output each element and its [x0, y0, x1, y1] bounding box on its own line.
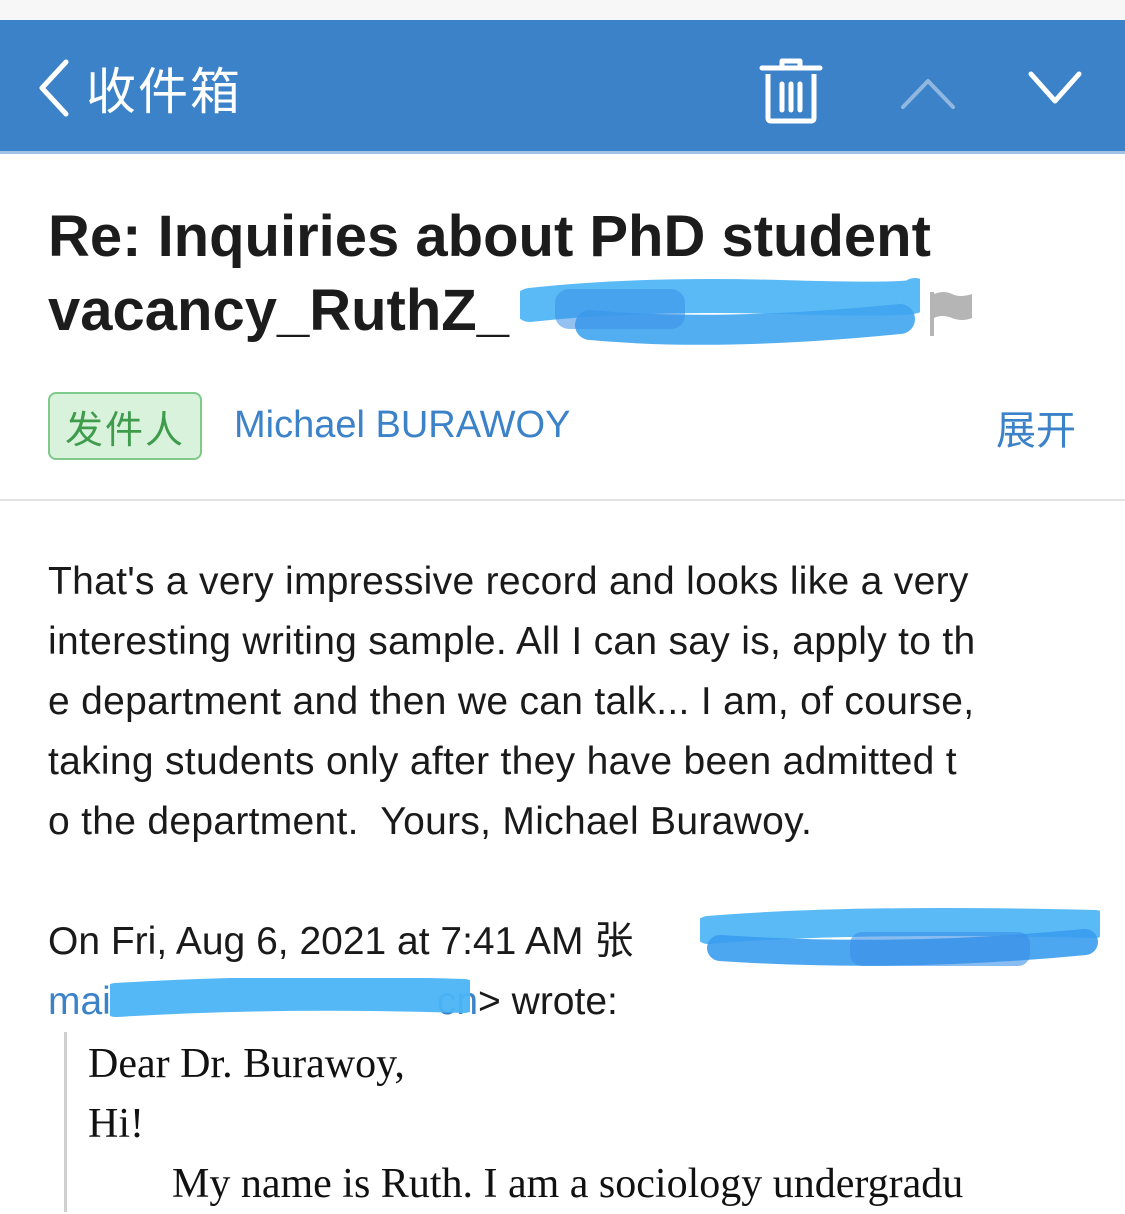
- header-divider: [0, 499, 1125, 501]
- body-line: interesting writing sample. All I can sa…: [48, 620, 976, 663]
- trash-icon[interactable]: [758, 56, 824, 124]
- body-line: That's a very impressive record and look…: [48, 560, 969, 603]
- email-body: That's a very impressive record and look…: [48, 552, 1078, 852]
- body-line: o the department. Yours, Michael Burawoy…: [48, 800, 813, 843]
- chevron-up-icon[interactable]: [900, 76, 956, 110]
- quoted-line: Hi!: [88, 1101, 144, 1147]
- sender-email-link-start[interactable]: mai: [48, 980, 111, 1023]
- sender-tag: 发件人: [48, 392, 202, 460]
- chevron-down-icon[interactable]: [1028, 70, 1082, 106]
- redaction-scribble: [520, 278, 920, 345]
- quoted-line: My name is Ruth. I am a sociology underg…: [172, 1161, 964, 1207]
- quoted-line: Dear Dr. Burawoy,: [88, 1041, 405, 1087]
- quote-bar: [64, 1032, 67, 1212]
- body-line: taking students only after they have bee…: [48, 740, 957, 783]
- subject-line-1: Re: Inquiries about PhD student: [48, 204, 931, 269]
- expand-details-link[interactable]: 展开: [996, 398, 1076, 456]
- flag-icon[interactable]: [926, 290, 976, 338]
- redaction-scribble: [700, 908, 1100, 966]
- navigation-bar: 收件箱: [0, 20, 1125, 154]
- sender-row: 发件人 Michael BURAWOY 展开: [48, 392, 1078, 462]
- wrote-text: > wrote:: [478, 980, 618, 1023]
- back-label: 收件箱: [86, 63, 242, 121]
- redaction-scribble: [110, 978, 470, 1017]
- quoted-message: Dear Dr. Burawoy, Hi! My name is Ruth. I…: [88, 1034, 1088, 1214]
- status-bar-strip: [0, 0, 1125, 20]
- back-chevron-icon: [39, 59, 69, 117]
- sender-name-link[interactable]: Michael BURAWOY: [234, 404, 570, 447]
- back-to-inbox-button[interactable]: 收件箱: [36, 56, 242, 121]
- body-line: e department and then we can talk... I a…: [48, 680, 975, 723]
